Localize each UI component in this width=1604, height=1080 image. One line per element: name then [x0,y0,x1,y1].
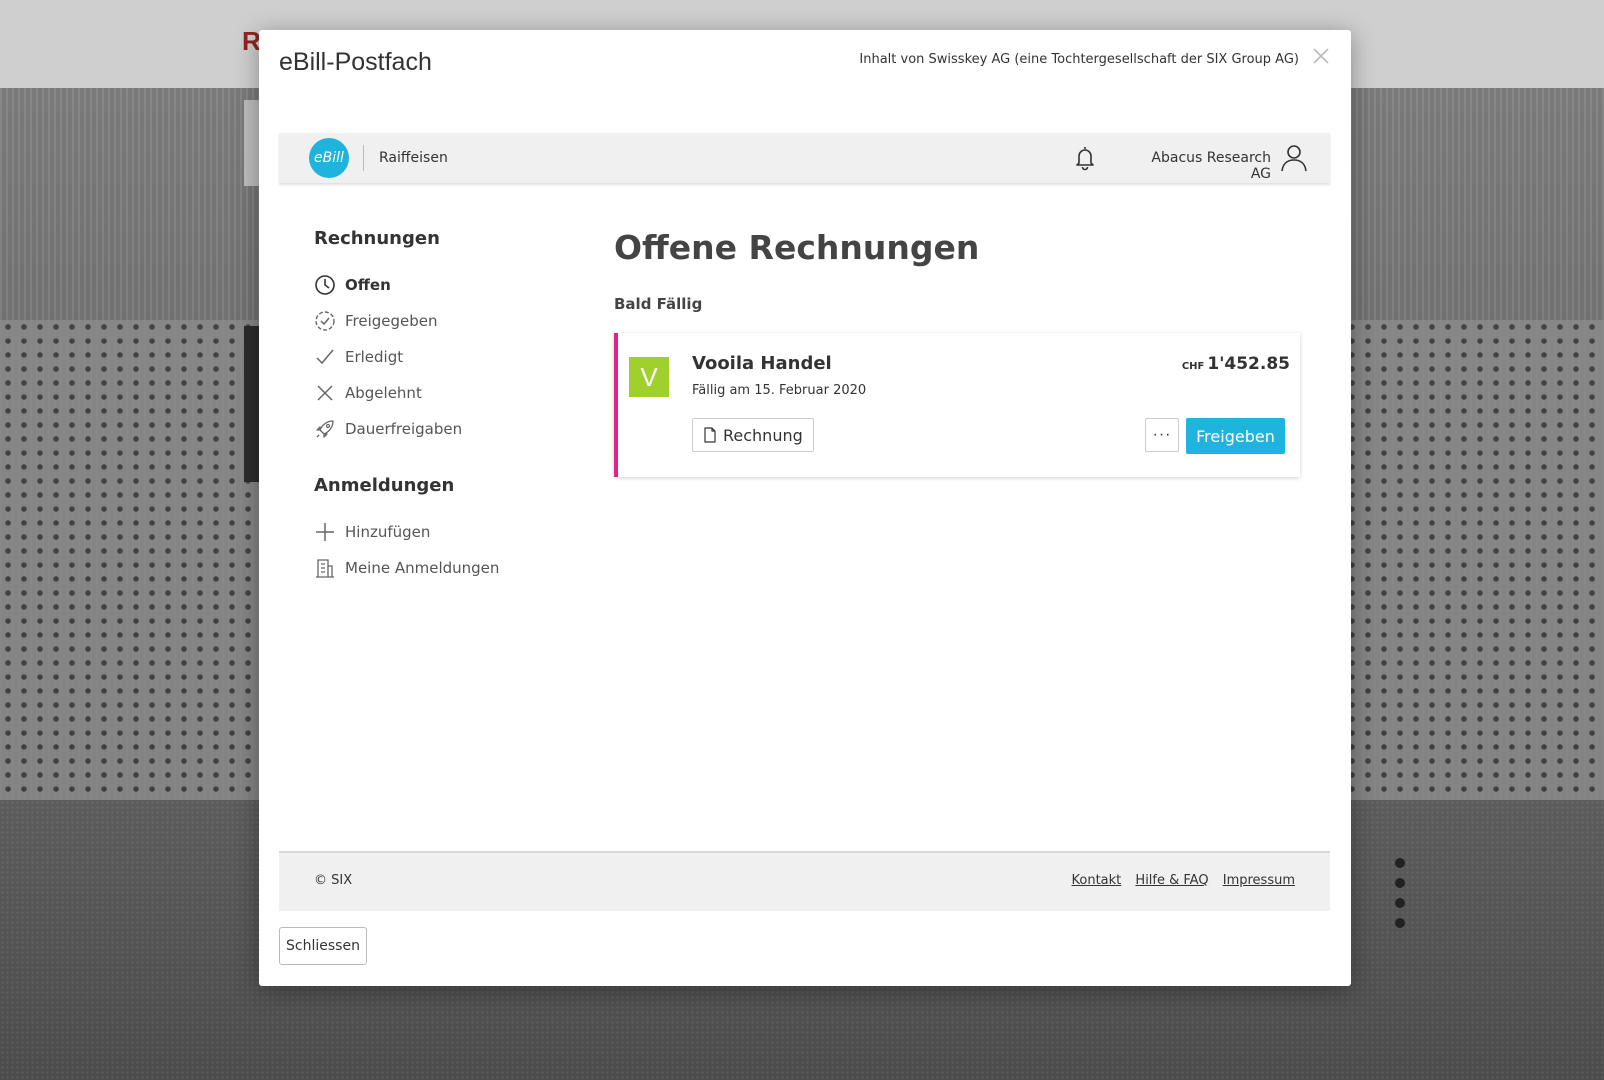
app-footer: © SIX Kontakt Hilfe & FAQ Impressum [279,851,1330,911]
close-modal-button[interactable]: Schliessen [279,927,367,965]
header-divider [363,145,364,171]
sidebar-item-label: Erledigt [345,348,404,366]
carousel-dot [1395,878,1405,888]
sidebar-item-hinzufuegen[interactable]: Hinzufügen [314,514,574,550]
clock-icon [314,274,336,296]
carousel-dot [1395,858,1405,868]
page-title: Offene Rechnungen [614,228,980,267]
footer-link-impressum[interactable]: Impressum [1223,873,1295,888]
footer-links: Kontakt Hilfe & FAQ Impressum [1062,873,1295,888]
sidebar-item-label: Dauerfreigaben [345,420,463,438]
more-options-button[interactable]: ··· [1145,418,1179,452]
view-invoice-label: Rechnung [723,425,803,445]
ebill-modal: eBill-Postfach Inhalt von Swisskey AG (e… [259,30,1351,986]
close-icon[interactable] [1309,44,1333,68]
user-name[interactable]: Abacus Research AG [1129,150,1271,182]
currency-code: CHF [1181,361,1205,372]
bank-name: Raiffeisen [379,150,448,166]
ebill-logo[interactable]: eBill [309,138,349,178]
sidebar-item-label: Offen [345,276,391,294]
user-icon[interactable] [1279,143,1309,173]
sidebar-item-label: Meine Anmeldungen [345,559,500,577]
due-date: Fällig am 15. Februar 2020 [692,383,867,398]
sidebar-item-offen[interactable]: Offen [314,267,574,303]
copyright: © SIX [314,873,353,888]
biller-name: Vooila Handel [692,353,832,374]
rocket-icon [314,418,336,440]
biller-avatar: V [629,357,669,397]
modal-title: eBill-Postfach [279,48,432,76]
sidebar-item-dauerfreigaben[interactable]: Dauerfreigaben [314,411,574,447]
check-icon [314,346,336,368]
plus-icon [314,521,336,543]
background-brand: R [242,26,261,56]
bill-card: V Vooila Handel Fällig am 15. Februar 20… [614,333,1300,477]
sidebar-heading-bills: Rechnungen [314,228,440,249]
ebill-app: eBill Raiffeisen Abacus Research AG Rech… [279,133,1330,911]
sidebar-item-freigegeben[interactable]: Freigegeben [314,303,574,339]
document-icon [704,427,716,443]
sidebar-item-erledigt[interactable]: Erledigt [314,339,574,375]
sidebar-item-label: Freigegeben [345,312,438,330]
footer-link-hilfe[interactable]: Hilfe & FAQ [1135,873,1208,888]
footer-link-kontakt[interactable]: Kontakt [1072,873,1122,888]
sidebar-item-label: Hinzufügen [345,523,431,541]
bill-amount: CHF 1'452.85 [1182,354,1290,374]
approved-clock-icon [314,310,336,332]
section-label: Bald Fällig [614,295,703,313]
main-content: Offene Rechnungen Bald Fällig V Vooila H… [614,228,1300,477]
x-icon [314,382,336,404]
sidebar-item-meine-anmeldungen[interactable]: Meine Anmeldungen [314,550,574,586]
approve-button[interactable]: Freigeben [1186,418,1285,454]
amount-value: 1'452.85 [1207,354,1290,374]
provider-note: Inhalt von Swisskey AG (eine Tochtergese… [859,52,1299,67]
sidebar-item-abgelehnt[interactable]: Abgelehnt [314,375,574,411]
sidebar-item-label: Abgelehnt [345,384,422,402]
building-icon [314,557,336,579]
bell-icon[interactable] [1073,145,1097,171]
sidebar-heading-registrations: Anmeldungen [314,475,455,496]
carousel-dot [1395,898,1405,908]
app-header: eBill Raiffeisen Abacus Research AG [279,133,1330,183]
background-carousel-dots [1395,858,1407,938]
view-invoice-button[interactable]: Rechnung [692,418,814,452]
carousel-dot [1395,918,1405,928]
sidebar: Rechnungen Offen Freigegeben Erledigt Ab… [314,228,574,586]
